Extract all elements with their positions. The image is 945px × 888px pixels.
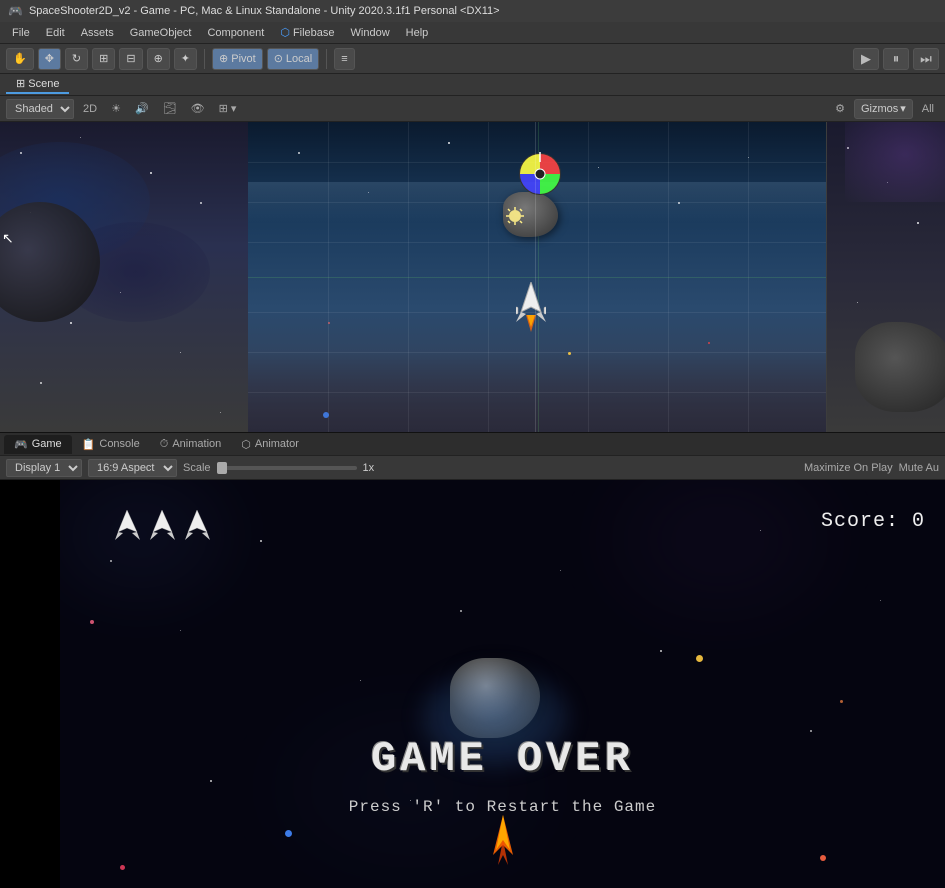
animator-tab-icon: ⬡ [241, 438, 251, 451]
title-bar: 🎮 SpaceShooter2D_v2 - Game - PC, Mac & L… [0, 0, 945, 22]
player-lives [115, 510, 210, 545]
effects-toggle[interactable]: 🌫 [158, 99, 182, 119]
restart-label: Press 'R' to Restart the Game [349, 798, 656, 816]
rocket-exhaust [478, 815, 528, 888]
menu-filebase[interactable]: ⬡Filebase [272, 24, 342, 41]
animation-tab-icon: ⏱ [160, 438, 169, 451]
mouse-cursor: ↖ [2, 230, 10, 238]
lighting-toggle[interactable]: ☀ [106, 99, 126, 119]
layers-button[interactable]: ≡ [334, 48, 354, 70]
animator-tab-label: Animator [255, 438, 299, 450]
transform-gizmo [518, 152, 563, 200]
menu-help[interactable]: Help [398, 25, 437, 41]
title-text: SpaceShooter2D_v2 - Game - PC, Mac & Lin… [29, 5, 500, 17]
score-display: Score: 0 [821, 510, 925, 533]
sep-1 [204, 49, 205, 69]
local-icon: ⊙ [274, 52, 283, 65]
tab-animator[interactable]: ⬡ Animator [231, 435, 309, 454]
scene-tab-label: Scene [28, 78, 59, 90]
gizmos-label: Gizmos [861, 103, 898, 115]
2d-label: 2D [83, 103, 97, 115]
settings-icon[interactable]: ⚙ [830, 99, 850, 119]
pivot-button[interactable]: ⊕ Pivot [212, 48, 263, 70]
gizmos-arrow: ▾ [900, 102, 906, 115]
maximize-label[interactable]: Maximize On Play [804, 462, 893, 474]
restart-text: Press 'R' to Restart the Game [349, 798, 656, 816]
scene-toolbar: Shaded 2D ☀ 🔊 🌫 👁 ⊞ ▾ ⚙ Gizmos ▾ All [0, 96, 945, 122]
grid-toggle[interactable]: ⊞ ▾ [214, 99, 242, 119]
menu-assets[interactable]: Assets [73, 25, 122, 41]
scene-left-panel [0, 122, 248, 432]
app-icon: 🎮 [8, 4, 23, 18]
local-label: Local [286, 53, 312, 65]
game-viewport: Score: 0 GAME OVER Press 'R' to Restart … [0, 480, 945, 888]
scale-value: 1x [363, 462, 375, 474]
all-label: All [922, 103, 934, 115]
scene-toolbar-right: ⚙ Gizmos ▾ All [830, 99, 939, 119]
sep-2 [326, 49, 327, 69]
sun-icon [505, 206, 525, 226]
tool-rotate[interactable]: ↻ [65, 48, 88, 70]
all-button[interactable]: All [917, 99, 939, 119]
menu-bar: File Edit Assets GameObject Component ⬡F… [0, 22, 945, 44]
menu-file[interactable]: File [4, 25, 38, 41]
scene-center-line [535, 122, 536, 432]
audio-toggle[interactable]: 🔊 [130, 99, 154, 119]
scene-viewport: ↖ [0, 122, 945, 432]
scale-slider[interactable] [217, 466, 357, 470]
scene-right-panel [827, 122, 945, 432]
gizmos-button[interactable]: Gizmos ▾ [854, 99, 913, 119]
tool-scale[interactable]: ⊞ [92, 48, 115, 70]
display-select[interactable]: Display 1 [6, 459, 82, 477]
game-tab-bar: 🎮 Game 📋 Console ⏱ Animation ⬡ Animator [0, 432, 945, 456]
tab-console[interactable]: 📋 Console [72, 435, 150, 454]
pivot-icon: ⊕ [219, 52, 228, 65]
play-button[interactable]: ▶ [853, 48, 879, 70]
console-tab-icon: 📋 [82, 438, 96, 451]
scale-label: Scale [183, 462, 211, 474]
scene-tab[interactable]: ⊞ Scene [6, 75, 69, 94]
score-label: Score: 0 [821, 510, 925, 533]
tool-hand[interactable]: ✋ [6, 48, 34, 70]
shading-select[interactable]: Shaded [6, 99, 74, 119]
game-canvas: Score: 0 GAME OVER Press 'R' to Restart … [60, 480, 945, 888]
game-left-strip [0, 480, 60, 888]
step-button[interactable]: ⏭ [913, 48, 939, 70]
tab-game[interactable]: 🎮 Game [4, 435, 72, 454]
game-over-text: GAME OVER [371, 735, 634, 783]
pivot-label: Pivot [231, 53, 255, 65]
scale-thumb [217, 462, 227, 474]
console-tab-label: Console [99, 438, 139, 450]
scene-canvas [248, 122, 826, 432]
game-toolbar: Display 1 16:9 Aspect Scale 1x Maximize … [0, 456, 945, 480]
game-over-label: GAME OVER [371, 735, 634, 783]
tool-move[interactable]: ✥ [38, 48, 61, 70]
tool-custom[interactable]: ✦ [174, 48, 197, 70]
2d-toggle[interactable]: 2D [78, 99, 102, 119]
game-tab-label: Game [32, 438, 62, 450]
scene-tab-bar: ⊞ Scene [0, 74, 945, 96]
pause-button[interactable]: ⏸ [883, 48, 909, 70]
mute-label[interactable]: Mute Au [899, 462, 939, 474]
tool-transform[interactable]: ⊕ [147, 48, 170, 70]
tool-rect[interactable]: ⊟ [119, 48, 142, 70]
scene-ship [516, 282, 546, 335]
menu-component[interactable]: Component [199, 25, 272, 41]
menu-edit[interactable]: Edit [38, 25, 73, 41]
game-tab-icon: 🎮 [14, 438, 28, 451]
game-toolbar-right: Maximize On Play Mute Au [804, 462, 939, 474]
scene-tab-icon: ⊞ [16, 78, 25, 90]
main-toolbar: ✋ ✥ ↻ ⊞ ⊟ ⊕ ✦ ⊕ Pivot ⊙ Local ≡ ▶ ⏸ ⏭ [0, 44, 945, 74]
menu-window[interactable]: Window [343, 25, 398, 41]
menu-gameobject[interactable]: GameObject [122, 25, 200, 41]
animation-tab-label: Animation [172, 438, 221, 450]
aspect-select[interactable]: 16:9 Aspect [88, 459, 177, 477]
local-button[interactable]: ⊙ Local [267, 48, 320, 70]
hidden-toggle[interactable]: 👁 [186, 99, 210, 119]
tab-animation[interactable]: ⏱ Animation [150, 435, 232, 454]
